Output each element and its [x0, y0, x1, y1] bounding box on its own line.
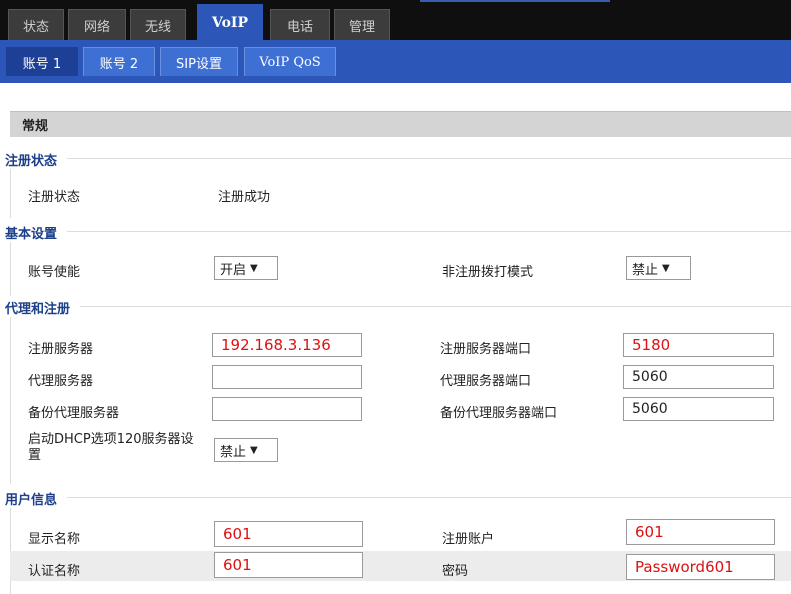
- backup-proxy-server-port-label: 备份代理服务器端口: [440, 406, 558, 421]
- password-input[interactable]: Password601: [626, 554, 775, 580]
- backup-proxy-server-input[interactable]: [212, 397, 362, 421]
- tab-management[interactable]: 管理: [334, 9, 390, 40]
- subtab-sip-settings[interactable]: SIP设置: [160, 47, 238, 76]
- subtab-voip-qos[interactable]: VoIP QoS: [244, 47, 336, 76]
- register-account-label: 注册账户: [442, 532, 495, 547]
- proxy-server-input[interactable]: [212, 365, 362, 389]
- auth-name-input[interactable]: 601: [214, 552, 363, 578]
- tab-phone[interactable]: 电话: [270, 9, 330, 40]
- tab-status[interactable]: 状态: [8, 9, 64, 40]
- top-accent-line: [420, 0, 610, 2]
- dhcp-option120-label-line2: 置: [28, 448, 42, 463]
- account-enable-value: 开启: [220, 262, 247, 278]
- display-name-input[interactable]: 601: [214, 521, 363, 547]
- subtab-account-2[interactable]: 账号 2: [83, 47, 155, 76]
- top-nav-bar: 状态 网络 无线 VoIP 电话 管理: [0, 0, 791, 40]
- group-title-registration-status: 注册状态: [5, 150, 68, 169]
- registration-status-label: 注册状态: [28, 190, 81, 205]
- dhcp-option120-value: 禁止: [220, 444, 247, 460]
- proxy-server-port-input[interactable]: 5060: [623, 365, 774, 389]
- auth-name-label: 认证名称: [28, 564, 81, 579]
- tab-voip[interactable]: VoIP: [197, 4, 263, 40]
- chevron-down-icon: ▼: [250, 262, 258, 274]
- register-server-label: 注册服务器: [28, 342, 94, 357]
- tab-network[interactable]: 网络: [68, 9, 126, 40]
- register-account-input[interactable]: 601: [626, 519, 775, 545]
- backup-proxy-server-label: 备份代理服务器: [28, 406, 120, 421]
- section-header-general: 常规: [10, 111, 791, 137]
- group-registration-status: [10, 158, 791, 218]
- sub-nav-bar: 账号 1 账号 2 SIP设置 VoIP QoS: [0, 40, 791, 83]
- proxy-server-label: 代理服务器: [28, 374, 94, 389]
- unregistered-dial-label: 非注册拨打模式: [442, 265, 534, 280]
- chevron-down-icon: ▼: [662, 262, 670, 274]
- register-server-port-input[interactable]: 5180: [623, 333, 774, 357]
- tab-wireless[interactable]: 无线: [130, 9, 186, 40]
- group-title-user-info: 用户信息: [5, 489, 68, 508]
- dhcp-option120-select[interactable]: 禁止 ▼: [214, 438, 278, 462]
- group-title-basic-settings: 基本设置: [5, 223, 68, 242]
- password-label: 密码: [442, 564, 469, 579]
- register-server-port-label: 注册服务器端口: [440, 342, 532, 357]
- proxy-server-port-label: 代理服务器端口: [440, 374, 532, 389]
- display-name-label: 显示名称: [28, 532, 81, 547]
- unregistered-dial-value: 禁止: [632, 262, 659, 278]
- unregistered-dial-select[interactable]: 禁止 ▼: [626, 256, 691, 280]
- backup-proxy-server-port-input[interactable]: 5060: [623, 397, 774, 421]
- account-enable-select[interactable]: 开启 ▼: [214, 256, 278, 280]
- chevron-down-icon: ▼: [250, 444, 258, 456]
- dhcp-option120-label-line1: 启动DHCP选项120服务器设: [28, 432, 194, 447]
- registration-status-value: 注册成功: [218, 190, 271, 205]
- group-title-proxy-registration: 代理和注册: [5, 298, 81, 317]
- account-enable-label: 账号使能: [28, 265, 81, 280]
- dhcp-option120-label: 启动DHCP选项120服务器设 置: [28, 432, 194, 464]
- subtab-account-1[interactable]: 账号 1: [6, 47, 78, 76]
- register-server-input[interactable]: 192.168.3.136: [212, 333, 362, 357]
